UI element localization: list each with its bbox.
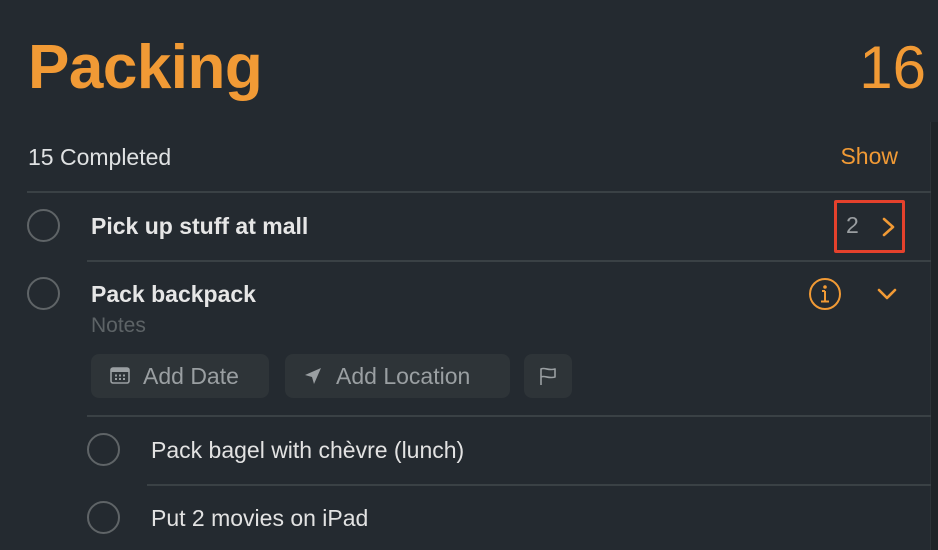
calendar-icon [110,367,130,384]
list-count: 16 [859,34,926,101]
reminders-list-view: Packing 16 15 Completed Show Pick up stu… [0,0,938,550]
subtask-complete-checkbox[interactable] [87,501,120,534]
task-title[interactable]: Pack backpack [91,281,256,308]
task-title[interactable]: Pick up stuff at mall [91,213,308,240]
subtask-count: 2 [846,212,859,238]
divider [147,484,931,486]
chevron-right-icon [882,217,895,237]
divider [87,415,931,417]
add-date-label: Add Date [143,362,239,389]
completed-count-label: 15 Completed [28,144,172,170]
task-complete-checkbox[interactable] [27,209,60,242]
task-complete-checkbox[interactable] [27,277,60,310]
subtask-complete-checkbox[interactable] [87,433,120,466]
notes-field[interactable]: Notes [91,314,146,338]
info-icon[interactable] [808,277,842,311]
location-arrow-icon [305,368,321,384]
scrollbar-track[interactable] [930,122,938,550]
chevron-down-icon[interactable] [875,285,899,303]
divider [27,191,931,193]
flag-icon [540,367,556,385]
subtask-title[interactable]: Pack bagel with chèvre (lunch) [151,437,464,464]
add-location-label: Add Location [336,362,471,389]
show-completed-button[interactable]: Show [840,143,898,170]
add-location-button[interactable]: Add Location [285,354,510,398]
subtask-title[interactable]: Put 2 movies on iPad [151,505,368,532]
list-title: Packing [28,33,263,102]
add-date-button[interactable]: Add Date [91,354,269,398]
divider [87,260,931,262]
flag-button[interactable] [524,354,572,398]
